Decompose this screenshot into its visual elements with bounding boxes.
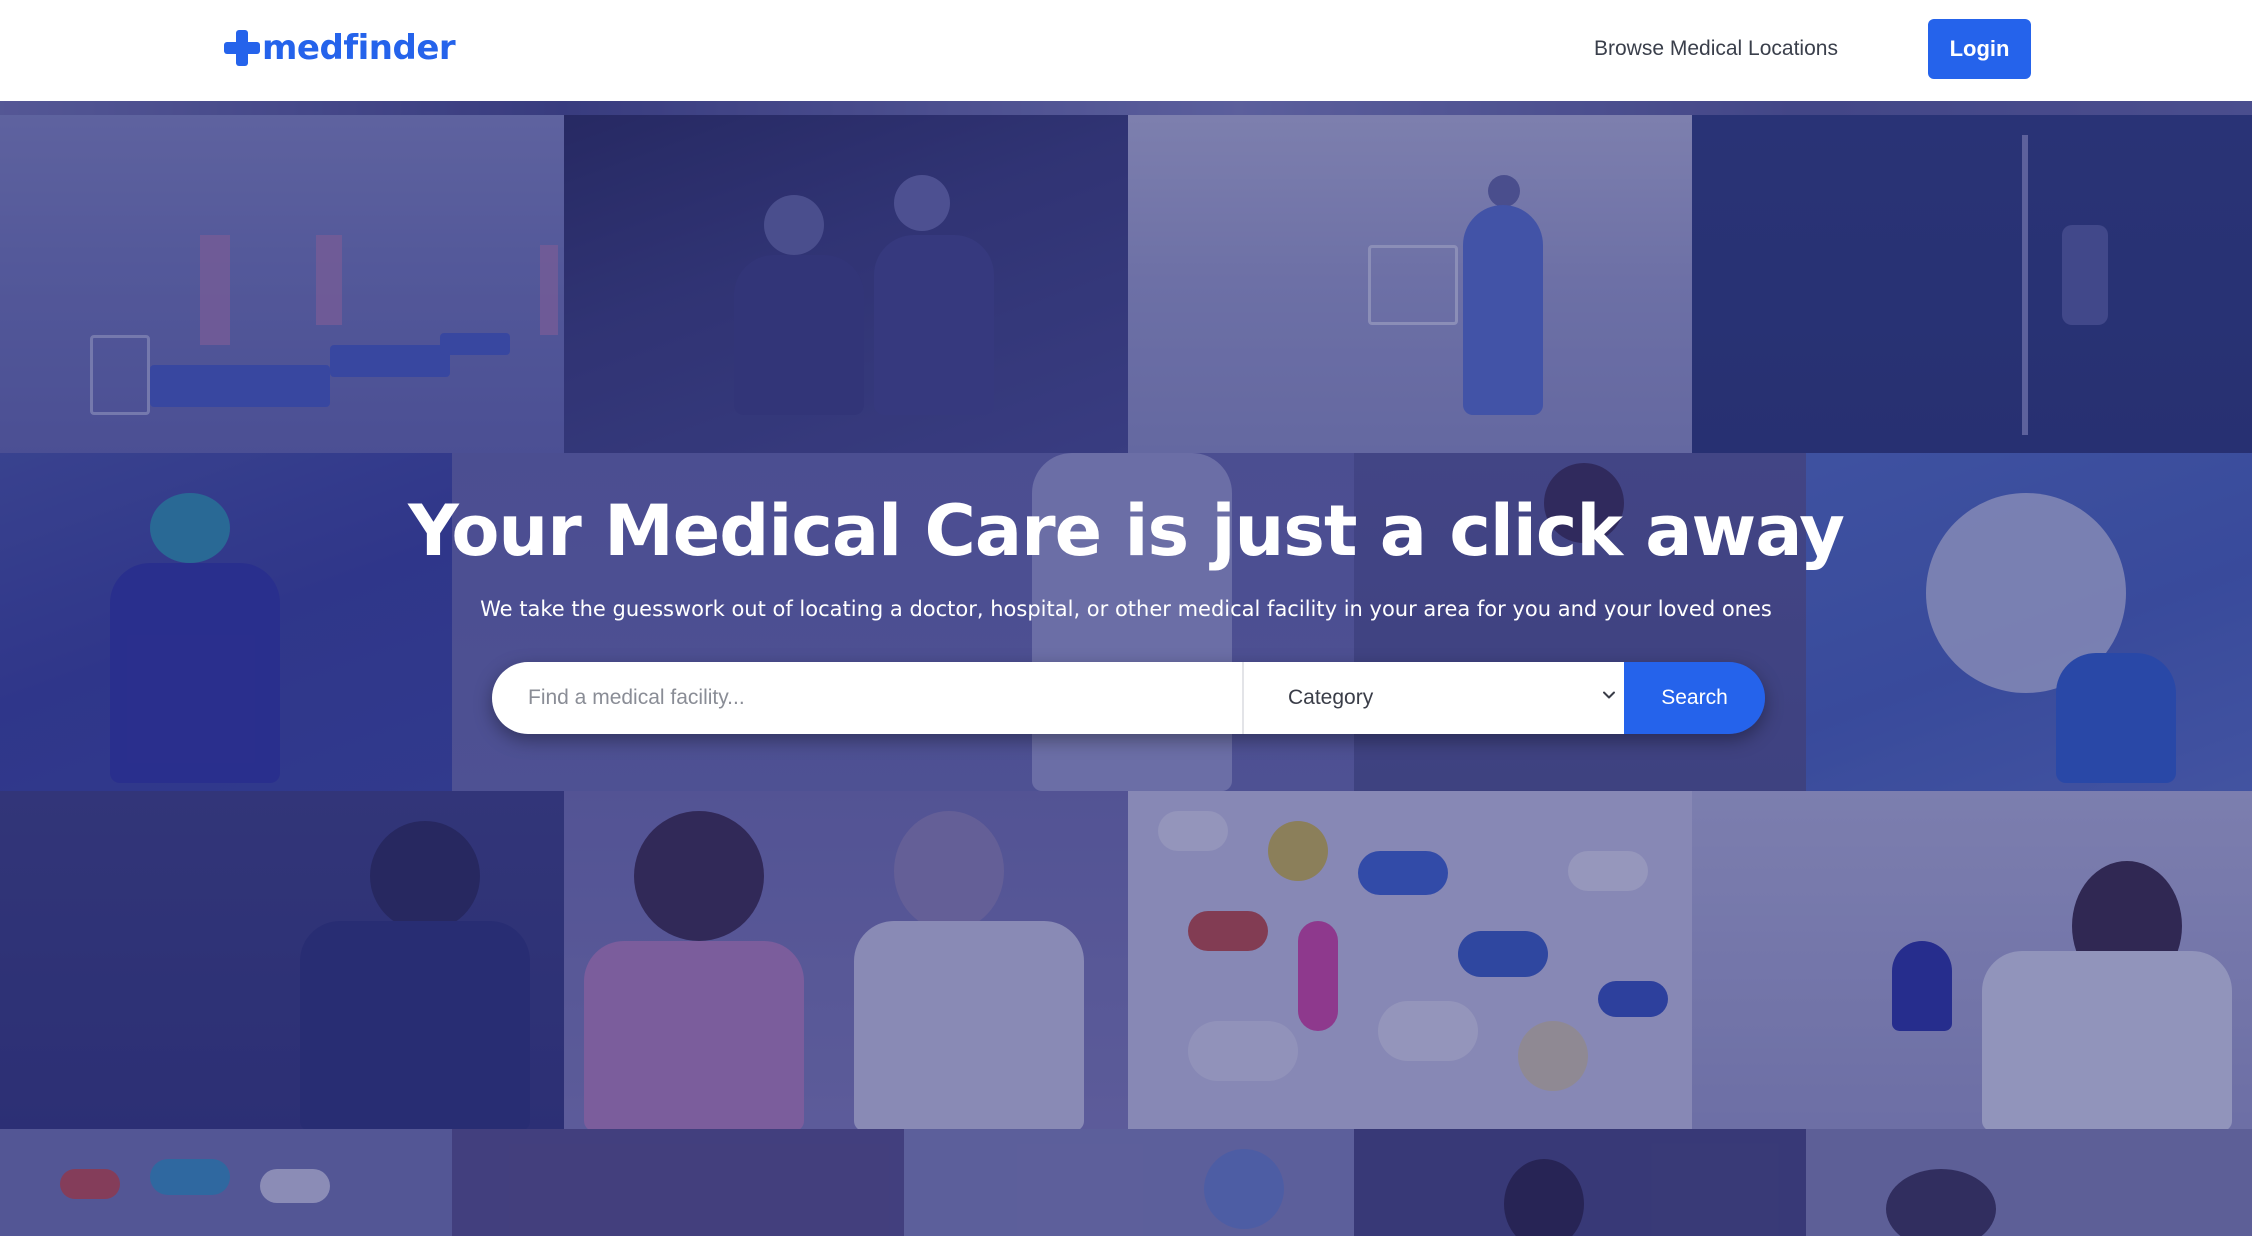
photo-surgery-team (564, 115, 1128, 453)
search-button[interactable]: Search (1624, 662, 1765, 734)
category-select-value: Category (1288, 686, 1374, 709)
pill-decor (1598, 981, 1668, 1017)
login-button[interactable]: Login (1928, 19, 2031, 79)
photo-smiling-staff (1354, 1129, 1806, 1236)
photo-lab-worker (1806, 1129, 2252, 1236)
pill-decor (260, 1169, 330, 1203)
pill-decor (60, 1169, 120, 1199)
photo-surgeon-scrubbing (0, 791, 564, 1131)
photo-vaccination (564, 791, 1128, 1131)
bed-decor (150, 365, 330, 407)
patient-decor (634, 811, 764, 941)
nurse-decor (1463, 205, 1543, 415)
curtain-decor (316, 235, 342, 325)
nurse-decor (1204, 1149, 1284, 1229)
glove-decor (1892, 941, 1952, 1031)
pill-decor (1158, 811, 1228, 851)
hero-subheadline: We take the guesswork out of locating a … (480, 597, 1772, 621)
nurse-decor (1488, 175, 1520, 207)
pill-decor (1568, 851, 1648, 891)
patient-decor (584, 941, 804, 1131)
worker-decor (1886, 1169, 1996, 1236)
incubator-decor (1368, 245, 1458, 325)
hero-headline: Your Medical Care is just a click away (408, 490, 1845, 572)
surgeon-decor (300, 921, 530, 1131)
facility-search-input[interactable] (492, 662, 1244, 734)
surgeon-decor (110, 563, 280, 783)
pill-decor (1268, 821, 1328, 881)
photo-lab-researcher (1692, 791, 2252, 1131)
photo-iv-stand (1692, 115, 2252, 453)
pill-decor (1458, 931, 1548, 977)
surgeon-decor (874, 235, 994, 415)
surgeon-decor (764, 195, 824, 255)
photo-operating-room (452, 1129, 904, 1236)
doctor-decor (894, 811, 1004, 931)
browse-medical-locations-link[interactable]: Browse Medical Locations (1594, 34, 1838, 64)
glove-decor (2056, 653, 2176, 783)
pill-decor (1518, 1021, 1588, 1091)
pill-decor (1298, 921, 1338, 1031)
bed-decor (330, 345, 450, 377)
medical-cross-icon (224, 30, 260, 66)
top-navigation-bar: medfinder Browse Medical Locations Login (0, 0, 2252, 101)
researcher-decor (1982, 951, 2232, 1131)
photo-hospital-corridor (1128, 115, 1692, 453)
category-select[interactable]: Category (1244, 662, 1624, 734)
logo-text: medfinder (262, 28, 456, 68)
pill-decor (1358, 851, 1448, 895)
photo-pills-pile (1128, 791, 1692, 1129)
iv-bag-decor (2062, 225, 2108, 325)
facility-search-bar: Category Search (492, 662, 1765, 734)
curtain-decor (540, 245, 558, 335)
surgeon-decor (894, 175, 950, 231)
staff-decor (1504, 1159, 1584, 1236)
bed-frame-decor (90, 335, 150, 415)
pill-decor (1188, 911, 1268, 951)
surgeon-decor (734, 255, 864, 415)
doctor-decor (854, 921, 1084, 1131)
pill-decor (150, 1159, 230, 1195)
iv-pole-decor (2022, 135, 2028, 435)
curtain-decor (200, 235, 230, 345)
medfinder-logo[interactable]: medfinder (224, 26, 456, 70)
bed-decor (440, 333, 510, 355)
photo-nurse-cap (904, 1129, 1354, 1236)
photo-pills-corner (0, 1129, 452, 1236)
surgeon-decor (370, 821, 480, 931)
chevron-down-icon (1603, 691, 1615, 699)
photo-strip-top (0, 101, 2252, 115)
pill-decor (1378, 1001, 1478, 1061)
photo-hospital-ward (0, 115, 564, 453)
pill-decor (1188, 1021, 1298, 1081)
